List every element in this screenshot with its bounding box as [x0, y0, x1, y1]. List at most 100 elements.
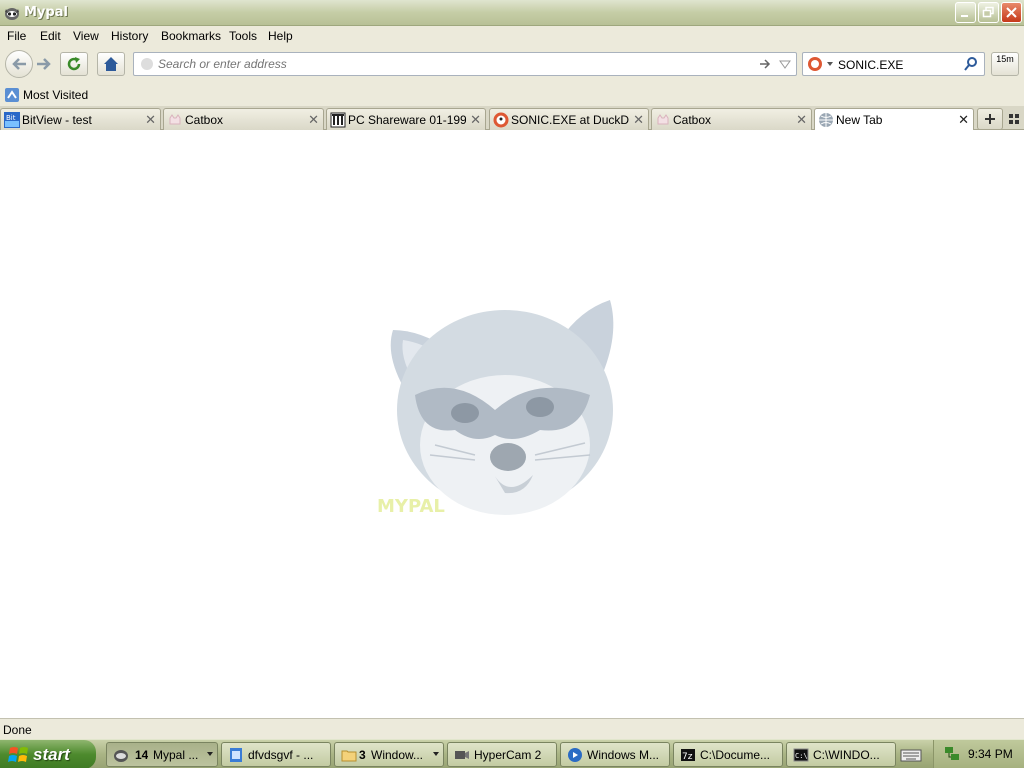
address-input[interactable] [158, 56, 748, 72]
catbox-icon [169, 114, 181, 125]
clock[interactable]: 9:34 PM [968, 747, 1013, 761]
7zip-icon: 7z [681, 749, 695, 762]
menu-edit[interactable]: Edit [40, 29, 61, 43]
reload-button[interactable] [60, 52, 88, 76]
close-icon [1006, 7, 1017, 18]
timer-label: 15m [996, 54, 1014, 64]
back-arrow-icon [12, 58, 26, 70]
folder-icon [341, 750, 357, 762]
tab-catbox-2[interactable]: Catbox ✕ [651, 108, 812, 130]
status-bar: Done [0, 718, 1024, 739]
tab-catbox-1[interactable]: Catbox ✕ [163, 108, 324, 130]
mypal-raccoon-icon [5, 8, 19, 20]
task-count: 3 [359, 748, 366, 762]
status-text: Done [3, 723, 32, 737]
task-label: Window... [371, 748, 424, 762]
task-label: dfvdsgvf - ... [248, 748, 314, 762]
tab-label: Catbox [185, 113, 224, 127]
svg-text:Bit: Bit [6, 114, 16, 122]
start-label: start [33, 745, 70, 764]
restore-icon [982, 6, 994, 18]
minimize-button[interactable] [955, 2, 976, 23]
tab-close-icon[interactable]: ✕ [145, 112, 156, 128]
task-mypal[interactable]: 14 Mypal ... [106, 742, 218, 767]
tab-sonic-duckduckgo[interactable]: SONIC.EXE at DuckDu… ✕ [489, 108, 649, 130]
timer-button[interactable]: 15m [991, 52, 1019, 76]
task-dfvdsgvf[interactable]: dfvdsgvf - ... [221, 742, 331, 767]
tab-label: New Tab [836, 113, 883, 127]
duckduckgo-icon [493, 112, 509, 128]
task-label: Windows M... [587, 748, 660, 762]
start-button[interactable]: start [0, 740, 96, 768]
document-icon [230, 748, 242, 762]
mypal-raccoon-icon [114, 750, 128, 762]
home-button[interactable] [97, 52, 125, 76]
task-windows-explorer[interactable]: 3 Window... [334, 742, 444, 767]
tab-label: Catbox [673, 113, 712, 127]
window-title: Mypal [24, 5, 68, 20]
navigation-toolbar: SONIC.EXE 15m [0, 46, 1024, 84]
minimize-icon [961, 15, 968, 17]
tab-close-icon[interactable]: ✕ [633, 112, 644, 128]
bookmark-most-visited[interactable]: Most Visited [4, 87, 88, 103]
bookmark-folder-icon [5, 88, 19, 102]
bookmarks-toolbar: Most Visited [0, 84, 1024, 106]
taskbar: start 14 Mypal ... dfvdsgvf - ... 3 Wind… [0, 739, 1024, 768]
tab-close-icon[interactable]: ✕ [470, 112, 481, 128]
task-hypercam[interactable]: HyperCam 2 [447, 742, 557, 767]
tab-pc-shareware[interactable]: PC Shareware 01-199… ✕ [326, 108, 486, 130]
bookmark-label: Most Visited [23, 88, 89, 102]
archive-icon [330, 112, 346, 128]
close-window-button[interactable] [1001, 2, 1022, 23]
tab-close-icon[interactable]: ✕ [308, 112, 319, 128]
mypal-raccoon-logo: MYPAL [377, 300, 614, 517]
menu-view[interactable]: View [73, 29, 99, 43]
tab-close-icon[interactable]: ✕ [796, 112, 807, 128]
svg-text:C:\: C:\ [795, 752, 808, 760]
reload-icon [67, 57, 81, 71]
tab-new-tab[interactable]: New Tab ✕ [814, 108, 974, 131]
task-command-prompt[interactable]: C:\ C:\WINDO... [786, 742, 896, 767]
duckduckgo-icon[interactable] [807, 56, 835, 72]
search-icon[interactable] [963, 56, 979, 72]
page-content: MYPAL [0, 130, 1024, 718]
restore-button[interactable] [978, 2, 999, 23]
new-tab-button[interactable] [977, 108, 1003, 130]
menu-file[interactable]: File [7, 29, 26, 43]
bitview-icon: Bit [4, 112, 20, 128]
forward-button[interactable] [33, 54, 55, 74]
history-dropdown-icon[interactable] [779, 59, 791, 71]
search-bar[interactable]: SONIC.EXE [802, 52, 985, 76]
tab-bitview[interactable]: Bit BitView - test ✕ [0, 108, 161, 130]
tab-label: BitView - test [22, 113, 92, 127]
menu-history[interactable]: History [111, 29, 148, 43]
keyboard-icon[interactable] [900, 746, 922, 764]
page-identity-icon [141, 58, 153, 70]
task-count: 14 [135, 748, 149, 762]
tab-close-icon[interactable]: ✕ [958, 112, 969, 128]
search-input[interactable]: SONIC.EXE [838, 58, 903, 72]
back-button[interactable] [5, 50, 33, 78]
globe-icon [819, 113, 833, 127]
tab-bar: Bit BitView - test ✕ Catbox ✕ PC Sharewa… [0, 106, 1024, 131]
task-label: Mypal ... [153, 748, 199, 762]
plus-icon [985, 114, 995, 124]
task-windows-media[interactable]: Windows M... [560, 742, 670, 767]
menu-tools[interactable]: Tools [229, 29, 257, 43]
list-all-tabs-icon[interactable] [1007, 112, 1021, 126]
address-bar[interactable] [133, 52, 797, 76]
chevron-down-icon [207, 752, 213, 756]
menu-help[interactable]: Help [268, 29, 293, 43]
mypal-logo-text: MYPAL [377, 496, 445, 517]
go-arrow-icon[interactable] [758, 57, 772, 71]
forward-arrow-icon [37, 58, 51, 70]
network-icon[interactable] [943, 745, 961, 763]
menu-bar: File Edit View History Bookmarks Tools H… [0, 26, 1024, 46]
catbox-icon [657, 114, 669, 125]
task-7zip[interactable]: 7z C:\Docume... [673, 742, 783, 767]
title-bar[interactable]: Mypal [0, 0, 1024, 26]
tab-label: SONIC.EXE at DuckDu… [511, 113, 629, 127]
task-label: C:\Docume... [700, 748, 771, 762]
menu-bookmarks[interactable]: Bookmarks [161, 29, 221, 43]
windows-logo-icon [8, 747, 28, 762]
